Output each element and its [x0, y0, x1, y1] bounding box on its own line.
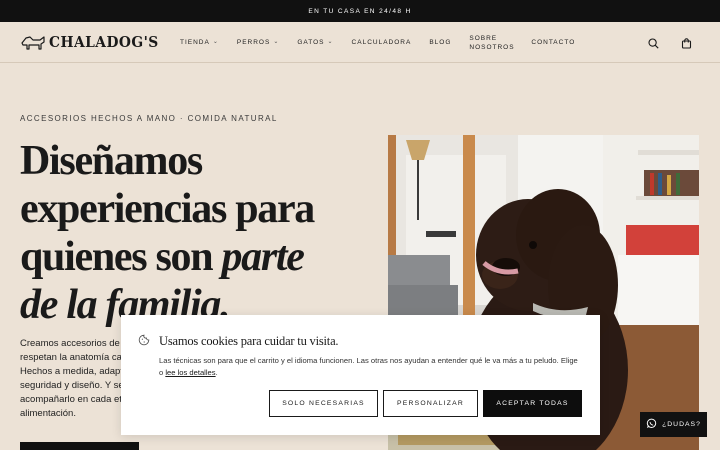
cookie-text-before: Las técnicas son para que el carrito y e… [159, 356, 578, 377]
chevron-down-icon: ⌄ [327, 39, 334, 45]
headline-line-3b: parte [221, 234, 304, 280]
nav-label: CONTACTO [531, 39, 576, 46]
nav-label: TIENDA [180, 39, 210, 46]
intro-line: seguridad y diseño. Y sel [20, 380, 126, 391]
announcement-text: EN TU CASA EN 24/48 H [308, 7, 412, 15]
nav-label: PERROS [236, 39, 271, 46]
nav-item-blog[interactable]: BLOG [429, 38, 451, 47]
search-icon[interactable] [648, 36, 659, 54]
nav-label: GATOS [297, 39, 325, 46]
customize-button[interactable]: PERSONALIZAR [383, 390, 478, 417]
intro-line: Hechos a medida, adapta [20, 366, 129, 377]
intro-line: respetan la anatomía can [20, 352, 128, 363]
logo-text: CHALADOG'S [49, 33, 159, 51]
headline-line-3a: quienes son [20, 234, 222, 280]
nav-label-line2: NOSOTROS [469, 43, 515, 51]
nav-item-sobre-nosotros[interactable]: SOBRE NOSOTROS [469, 34, 513, 52]
headline-line-2: experiencias para [20, 186, 315, 232]
whatsapp-help-button[interactable]: ¿DUDAS? [640, 412, 707, 437]
intro-line: acompañarlo en cada eta [20, 394, 128, 405]
cookie-banner: Usamos cookies para cuidar tu visita. La… [121, 315, 600, 435]
whatsapp-icon [646, 418, 657, 431]
nav-label-line1: SOBRE [469, 34, 498, 42]
nav-item-tienda[interactable]: TIENDA ⌄ [180, 38, 219, 47]
help-label: ¿DUDAS? [662, 421, 701, 428]
nav-item-gatos[interactable]: GATOS ⌄ [297, 38, 333, 47]
main-nav: TIENDA ⌄ PERROS ⌄ GATOS ⌄ CALCULADORA BL… [180, 22, 593, 63]
cookie-title: Usamos cookies para cuidar tu visita. [159, 334, 339, 348]
chevron-down-icon: ⌄ [212, 39, 219, 45]
nav-label: CALCULADORA [351, 39, 412, 46]
accept-all-button[interactable]: ACEPTAR TODAS [483, 390, 582, 417]
nav-item-calculadora[interactable]: CALCULADORA [352, 38, 412, 47]
hero-headline: Diseñamos experiencias para quienes son … [20, 137, 370, 329]
intro-line: Creamos accesorios de p [20, 338, 128, 349]
cookie-details-link[interactable]: lee los detalles [165, 368, 215, 377]
site-header: CHALADOG'S TIENDA ⌄ PERROS ⌄ GATOS ⌄ CAL… [0, 22, 720, 63]
hero-intro: Creamos accesorios de p respetan la anat… [20, 337, 130, 421]
nav-item-perros[interactable]: PERROS ⌄ [237, 38, 279, 47]
announcement-bar: EN TU CASA EN 24/48 H [0, 0, 720, 22]
nav-label: BLOG [429, 39, 452, 46]
chevron-down-icon: ⌄ [273, 39, 280, 45]
hero-eyebrow: ACCESORIOS HECHOS A MANO · COMIDA NATURA… [20, 114, 278, 123]
nav-item-contacto[interactable]: CONTACTO [531, 38, 575, 47]
only-necessary-button[interactable]: SOLO NECESARIAS [269, 390, 378, 417]
dog-logo-icon [21, 36, 45, 50]
site-logo[interactable]: CHALADOG'S [20, 31, 168, 53]
intro-line: alimentación. [20, 408, 76, 419]
cookie-description: Las técnicas son para que el carrito y e… [159, 355, 579, 378]
cart-icon[interactable] [681, 36, 692, 54]
headline-line-1: Diseñamos [20, 138, 203, 184]
hero-cta-button[interactable] [20, 442, 139, 450]
header-actions [648, 36, 692, 54]
cookie-icon [138, 333, 150, 351]
cookie-text-after: . [215, 367, 218, 377]
